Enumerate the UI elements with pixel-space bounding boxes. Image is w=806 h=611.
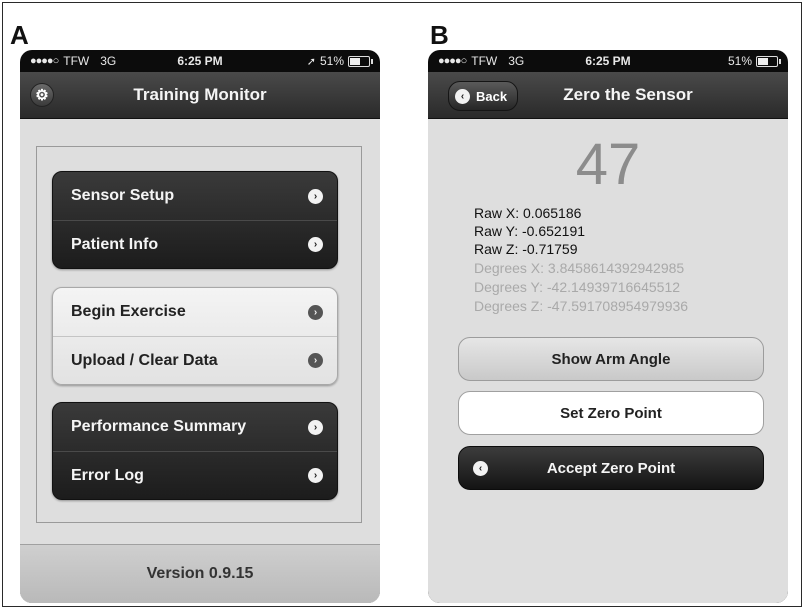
angle-readout: 47 bbox=[575, 132, 641, 197]
menu-item-patient-info[interactable]: Patient Info › bbox=[53, 220, 337, 268]
menu-item-sensor-setup[interactable]: Sensor Setup › bbox=[53, 172, 337, 220]
menu-content: Sensor Setup › Patient Info › Begin Exer… bbox=[20, 119, 380, 603]
chevron-left-icon: ‹ bbox=[473, 461, 488, 476]
menu-group-setup: Sensor Setup › Patient Info › bbox=[52, 171, 338, 269]
menu-group-reports: Performance Summary › Error Log › bbox=[52, 402, 338, 500]
gear-icon[interactable]: ⚙ bbox=[30, 83, 54, 107]
phone-screen-b: ●●●●○ TFW 3G 6:25 PM 51% ‹ Back Zero the… bbox=[428, 50, 788, 603]
battery-icon bbox=[756, 55, 781, 67]
show-arm-angle-button[interactable]: Show Arm Angle bbox=[458, 337, 764, 381]
version-footer: Version 0.9.15 bbox=[20, 544, 380, 603]
nav-bar: ⚙ Training Monitor bbox=[20, 72, 380, 119]
status-bar: ●●●●○ TFW 3G 6:25 PM ➚ 51% bbox=[20, 50, 380, 72]
battery-percent: 51% bbox=[727, 54, 752, 68]
chevron-left-icon: ‹ bbox=[455, 88, 470, 104]
phone-screen-a: ●●●●○ TFW 3G 6:25 PM ➚ 51% ⚙ Training Mo… bbox=[20, 50, 380, 603]
raw-x-value: Raw X: 0.065186 bbox=[474, 205, 582, 221]
page-title: Training Monitor bbox=[133, 85, 267, 104]
chevron-right-icon: › bbox=[308, 419, 323, 435]
degrees-x-value: Degrees X: 3.8458614392942985 bbox=[474, 260, 685, 276]
degrees-z-value: Degrees Z: -47.591708954979936 bbox=[474, 298, 689, 314]
status-bar: ●●●●○ TFW 3G 6:25 PM 51% bbox=[428, 50, 788, 72]
degrees-y-value: Degrees Y: -42.14939716645512 bbox=[474, 279, 681, 295]
accept-zero-point-button[interactable]: ‹ Accept Zero Point bbox=[458, 446, 764, 490]
menu-item-performance-summary[interactable]: Performance Summary › bbox=[53, 403, 337, 451]
panel-label-b: B bbox=[430, 20, 449, 50]
back-button[interactable]: ‹ Back bbox=[448, 81, 519, 111]
chevron-right-icon: › bbox=[308, 468, 323, 483]
battery-percent: 51% bbox=[319, 54, 344, 68]
menu-group-exercise: Begin Exercise › Upload / Clear Data › bbox=[52, 287, 338, 385]
chevron-right-icon: › bbox=[308, 237, 323, 252]
chevron-right-icon: › bbox=[308, 304, 323, 320]
chevron-right-icon: › bbox=[308, 353, 323, 368]
location-arrow-icon: ➚ bbox=[306, 55, 316, 68]
set-zero-point-button[interactable]: Set Zero Point bbox=[458, 391, 764, 435]
panel-label-a: A bbox=[10, 20, 29, 50]
raw-y-value: Raw Y: -0.652191 bbox=[474, 223, 586, 239]
menu-item-error-log[interactable]: Error Log › bbox=[53, 451, 337, 499]
nav-bar: ‹ Back Zero the Sensor bbox=[428, 72, 788, 119]
raw-z-value: Raw Z: -0.71759 bbox=[474, 241, 578, 257]
zero-sensor-content: 47 Raw X: 0.065186 Raw Y: -0.652191 Raw … bbox=[428, 119, 788, 603]
chevron-right-icon: › bbox=[308, 188, 323, 204]
battery-icon bbox=[348, 55, 373, 67]
page-title: Zero the Sensor bbox=[563, 85, 693, 104]
menu-item-upload-clear-data[interactable]: Upload / Clear Data › bbox=[53, 336, 337, 384]
menu-item-begin-exercise[interactable]: Begin Exercise › bbox=[53, 288, 337, 336]
